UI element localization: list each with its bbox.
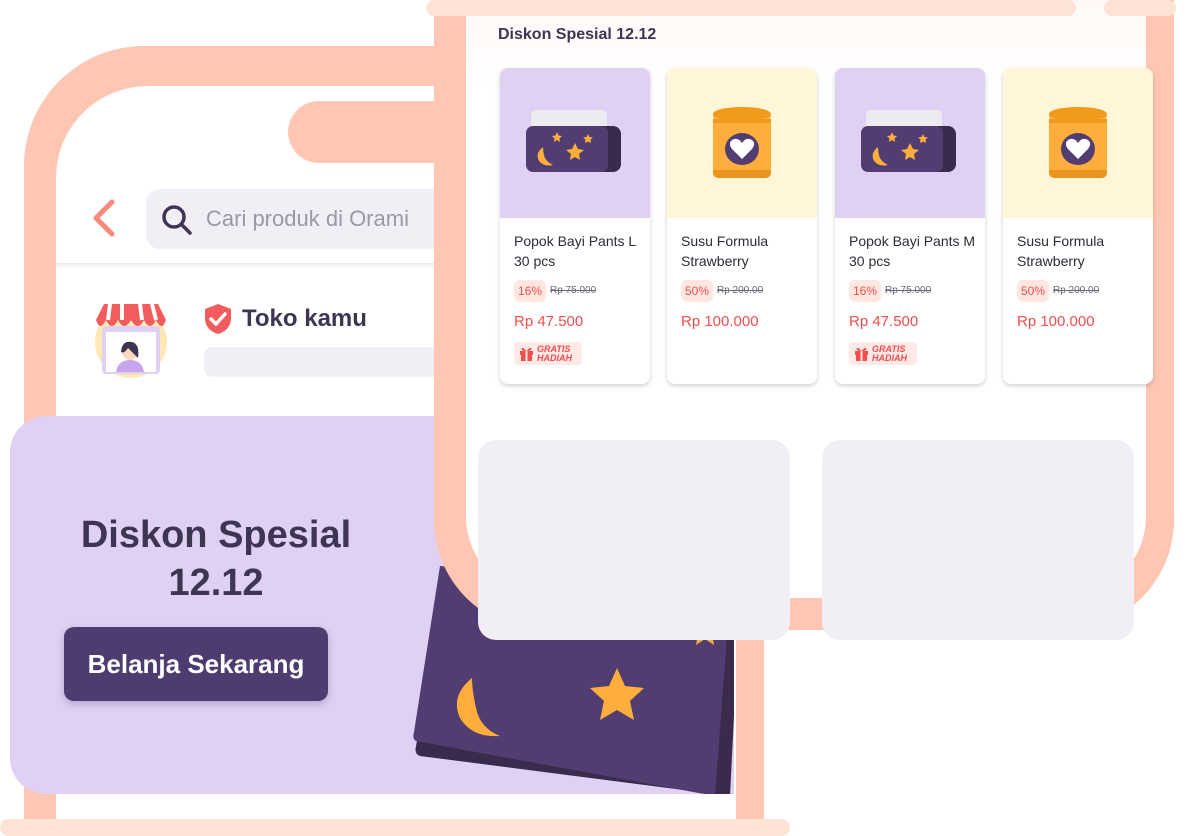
product-name: Popok Bayi Pants M 30 pcs <box>849 233 976 269</box>
store-title: Toko kamu <box>242 305 367 332</box>
product-price: Rp 47.500 <box>514 313 584 330</box>
discount-badge: 50% <box>1017 280 1050 302</box>
discount-badge: 50% <box>681 280 714 302</box>
formula-can-icon <box>713 107 771 178</box>
search-placeholder: Cari produk di Orami <box>206 206 409 231</box>
app-mockup: Cari produk di Orami Toko kamu Diskon Sp… <box>0 0 1200 836</box>
banner-title-line2: 12.12 <box>168 562 264 604</box>
content-placeholder-left <box>478 440 790 640</box>
content-placeholder-right <box>822 440 1134 640</box>
gift-text-line2: HADIAH <box>537 353 572 363</box>
gift-icon <box>855 347 868 361</box>
product-card[interactable]: Popok Bayi Pants M 30 pcs 16% Rp 75.000 … <box>835 68 985 384</box>
product-price: Rp 100.000 <box>1017 313 1095 330</box>
gift-icon <box>520 347 533 361</box>
product-thumbnail <box>835 68 985 218</box>
original-price: Rp 200.00 <box>717 285 764 296</box>
discount-badge: 16% <box>849 280 882 302</box>
original-price: Rp 75.000 <box>885 285 932 296</box>
gift-text-line2: HADIAH <box>872 353 907 363</box>
formula-can-icon <box>1049 107 1107 178</box>
original-price: Rp 200.00 <box>1053 285 1100 296</box>
verified-shield-icon <box>205 304 231 334</box>
product-card[interactable]: Susu Formula Strawberry 50% Rp 200.00 Rp… <box>1003 68 1153 384</box>
section-title: Diskon Spesial 12.12 <box>498 26 657 43</box>
top-decor-bar-small <box>1104 0 1176 16</box>
gift-text: GRATIS HADIAH <box>537 345 572 363</box>
banner-title: Diskon Spesial 12.12 <box>30 511 402 607</box>
original-price: Rp 75.000 <box>550 285 597 296</box>
product-price: Rp 100.000 <box>681 313 759 330</box>
product-card[interactable]: Popok Bayi Pants L 30 pcs 16% Rp 75.000 … <box>500 68 650 384</box>
top-decor-bar <box>426 0 1076 16</box>
free-gift-badge: GRATIS HADIAH <box>514 342 582 365</box>
gift-text: GRATIS HADIAH <box>872 345 907 363</box>
store-avatar-icon <box>95 303 167 378</box>
product-name: Popok Bayi Pants L 30 pcs <box>514 233 636 269</box>
search-icon <box>162 205 192 235</box>
product-thumbnail <box>667 68 817 218</box>
product-thumbnail <box>1003 68 1153 218</box>
product-price: Rp 47.500 <box>849 313 919 330</box>
diaper-pack-icon <box>861 110 956 172</box>
bottom-decor-bar <box>0 819 790 836</box>
banner-title-line1: Diskon Spesial <box>80 514 352 556</box>
product-thumbnail <box>500 68 650 218</box>
product-name: Susu Formula Strawberry <box>681 233 769 269</box>
shop-now-button[interactable]: Belanja Sekarang <box>64 627 328 701</box>
back-arrow-icon[interactable] <box>86 198 126 238</box>
free-gift-badge: GRATIS HADIAH <box>849 342 917 365</box>
product-name: Susu Formula Strawberry <box>1017 233 1105 269</box>
product-card[interactable]: Susu Formula Strawberry 50% Rp 200.00 Rp… <box>667 68 817 384</box>
discount-badge: 16% <box>514 280 547 302</box>
diaper-pack-icon <box>526 110 621 172</box>
